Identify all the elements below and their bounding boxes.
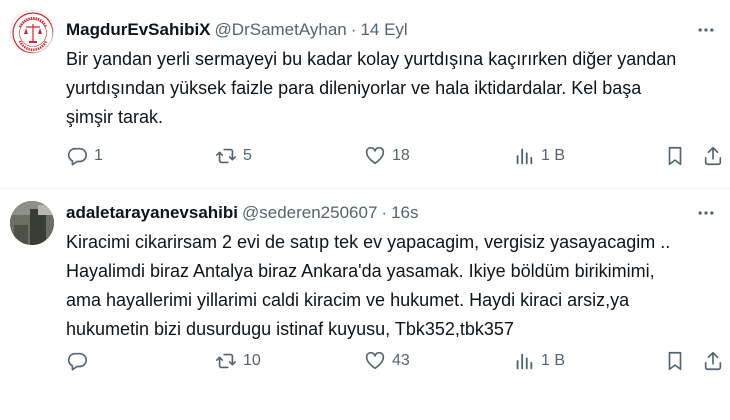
- tweet-header: adaletarayanevsahibi @sederen250607 · 16s: [66, 202, 690, 224]
- tweet-text-line: ama hayallerimi yillarimi caldi kiracim …: [66, 290, 630, 310]
- reply-icon: [67, 147, 87, 166]
- reply-icon: [67, 352, 87, 371]
- author-handle[interactable]: @DrSametAyhan: [215, 20, 347, 39]
- justice-logo-icon: [12, 12, 53, 53]
- separator: ·: [350, 20, 357, 39]
- author-name[interactable]: adaletarayanevsahibi: [66, 203, 238, 222]
- tweet-text: Bir yandan yerli sermayeyi bu kadar kola…: [66, 45, 726, 132]
- profile-photo-icon: [10, 201, 54, 245]
- retweet-button[interactable]: 10: [215, 348, 261, 374]
- share-icon: [704, 351, 722, 371]
- tweet-divider: [0, 188, 730, 189]
- timestamp[interactable]: 14 Eyl: [360, 20, 407, 39]
- share-icon: [704, 146, 722, 166]
- tweet-text-line: Bir yandan yerli sermayeyi bu kadar kola…: [66, 49, 677, 69]
- share-button[interactable]: [702, 143, 724, 169]
- like-icon: [365, 351, 385, 370]
- reply-button[interactable]: 1: [66, 143, 103, 169]
- bookmark-icon: [668, 146, 682, 166]
- more-icon[interactable]: [696, 20, 716, 40]
- more-icon[interactable]: [696, 203, 716, 223]
- retweet-count: 5: [243, 147, 252, 164]
- retweet-icon: [216, 353, 236, 369]
- bookmark-button[interactable]: [664, 143, 686, 169]
- bookmark-button[interactable]: [664, 348, 686, 374]
- tweet-actions: 1 5 18 1 B: [0, 143, 730, 169]
- timestamp[interactable]: 16s: [391, 203, 418, 222]
- views-count: 1 B: [541, 352, 566, 369]
- reply-count: 1: [94, 147, 103, 164]
- views-button[interactable]: 1 B: [513, 348, 565, 374]
- views-button[interactable]: 1 B: [513, 143, 565, 169]
- reply-button[interactable]: [66, 348, 94, 374]
- tweet-text: Kiracimi cikarirsam 2 evi de satıp tek e…: [66, 228, 726, 344]
- views-icon: [516, 353, 533, 370]
- tweet-text-line: şimşir tarak.: [66, 107, 164, 127]
- bookmark-icon: [668, 351, 682, 371]
- retweet-count: 10: [243, 352, 261, 369]
- like-count: 43: [392, 352, 410, 369]
- views-icon: [516, 148, 533, 165]
- like-button[interactable]: 18: [364, 143, 410, 169]
- separator: ·: [381, 203, 388, 222]
- avatar[interactable]: [10, 10, 54, 54]
- tweet-2[interactable]: adaletarayanevsahibi @sederen250607 · 16s K…: [0, 190, 730, 420]
- avatar[interactable]: [10, 201, 54, 245]
- author-name[interactable]: MagdurEvSahibiX: [66, 20, 211, 39]
- tweet-text-line: Hayalimdi biraz Antalya biraz Ankara'da …: [66, 261, 655, 281]
- share-button[interactable]: [702, 348, 724, 374]
- tweet-text-line: yurtdışından yüksek faizle para dileniyo…: [66, 78, 642, 98]
- like-count: 18: [392, 147, 410, 164]
- views-count: 1 B: [541, 147, 566, 164]
- author-handle[interactable]: @sederen250607: [242, 203, 377, 222]
- like-icon: [365, 146, 385, 165]
- like-button[interactable]: 43: [364, 348, 410, 374]
- tweet-actions: 10 43 1 B: [0, 348, 730, 374]
- tweet-text-line: hukumetin bizi dusurdugu istinaf kuyusu,…: [66, 319, 514, 339]
- retweet-button[interactable]: 5: [215, 143, 252, 169]
- tweet-header: MagdurEvSahibiX @DrSametAyhan · 14 Eyl: [66, 19, 690, 41]
- retweet-icon: [216, 148, 236, 164]
- tweet-1[interactable]: MagdurEvSahibiX @DrSametAyhan · 14 Eyl Bir …: [0, 0, 730, 188]
- tweet-text-line: Kiracimi cikarirsam 2 evi de satıp tek e…: [66, 232, 671, 252]
